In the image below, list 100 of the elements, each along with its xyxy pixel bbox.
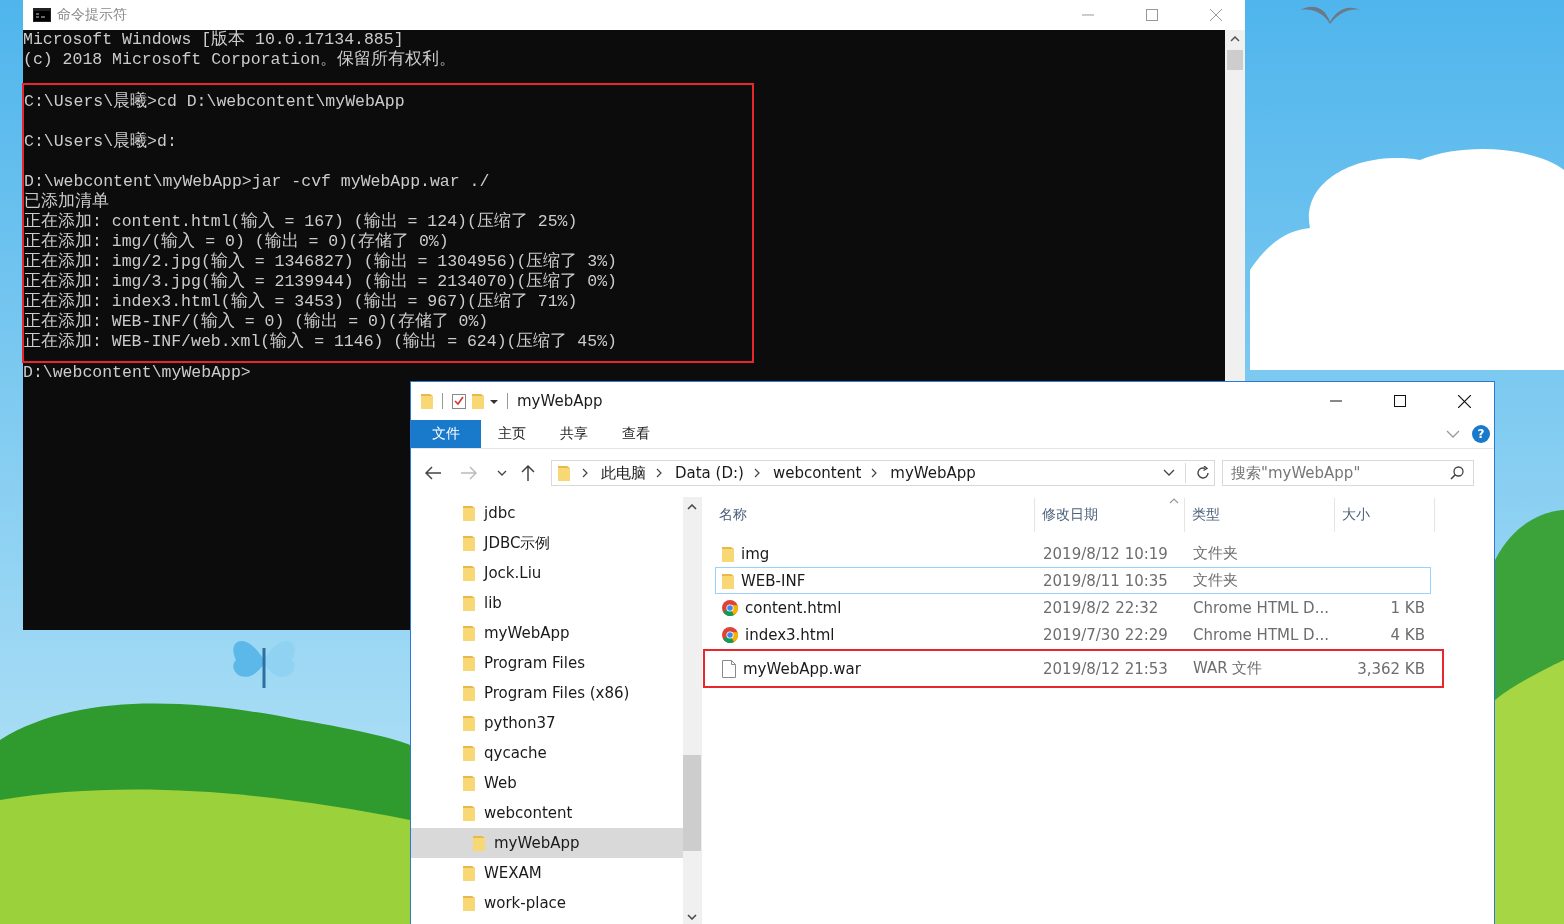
chevron-right-icon[interactable] [871,468,878,478]
sidebar-item[interactable]: webcontent [411,798,683,828]
sidebar-item[interactable]: work-place [411,888,683,918]
folder-icon [463,715,475,731]
file-row[interactable]: myWebApp.war 2019/8/12 21:53 WAR 文件 3,362 KB [715,655,1431,682]
sidebar-item[interactable]: myWebApp [411,828,683,858]
column-header[interactable]: 大小 [1335,498,1435,532]
column-header[interactable]: 修改日期 [1035,498,1185,532]
help-button[interactable]: ? [1472,425,1490,443]
file-size: 3,362 KB [1356,659,1425,678]
file-type: Chrome HTML D... [1193,625,1330,644]
folder-icon [463,895,475,911]
folder-icon [722,545,734,562]
file-row[interactable]: WEB-INF 2019/8/11 10:35 文件夹 [715,567,1431,594]
modified-date: 2019/8/11 10:35 [1043,571,1169,590]
file-row[interactable]: index3.html 2019/7/30 22:29 Chrome HTML D... 4 KB [715,621,1431,648]
console-line: 正在添加: img/(输入 = 0) (输出 = 0)(存储了 0%) [24,232,450,252]
sidebar-item[interactable]: Program Files [411,648,683,678]
folder-icon [473,835,485,851]
file-size: 4 KB [1389,625,1425,644]
chevron-right-icon[interactable] [582,468,588,478]
console-line: 已添加清单 [24,192,110,212]
console-line: 正在添加: WEB-INF/web.xml(输入 = 1146) (输出 = 624)(压缩了 45%) [24,332,618,352]
sidebar-item[interactable]: Program Files (x86) [411,678,683,708]
folder-icon [463,775,475,791]
file-type: 文件夹 [1193,571,1239,590]
breadcrumb-item[interactable]: myWebApp [890,464,976,482]
properties-icon[interactable] [452,393,466,409]
scroll-up-icon[interactable] [1230,36,1240,42]
refresh-icon[interactable] [1196,466,1210,480]
modified-date: 2019/8/12 21:53 [1043,659,1169,678]
console-icon [33,8,51,22]
folder-icon [463,625,475,641]
window-title: myWebApp [517,392,603,410]
console-line: 正在添加: img/2.jpg(输入 = 1346827) (输出 = 1304956)(压缩了 3%) [24,252,618,272]
folder-icon [558,465,570,481]
scrollbar[interactable] [683,497,701,924]
console-line: 正在添加: index3.html(输入 = 3453) (输出 = 967)(压缩了 71%) [24,292,579,312]
chevron-down-icon[interactable] [1163,469,1175,477]
breadcrumb-item[interactable]: webcontent [772,464,862,482]
breadcrumb-item[interactable]: Data (D:) [675,464,744,482]
sidebar-item[interactable]: myWebApp [411,618,683,648]
address-bar[interactable]: 此电脑 Data (D:) webcontent myWebApp [551,460,1215,486]
file-type: 文件夹 [1193,544,1239,563]
modified-date: 2019/7/30 22:29 [1043,625,1169,644]
folder-icon [421,393,433,409]
back-arrow-icon[interactable] [425,466,441,480]
folder-icon [722,572,734,589]
scroll-down-icon[interactable] [687,914,697,920]
folder-icon [463,535,475,551]
scrollbar-thumb[interactable] [1227,50,1243,70]
sidebar-item[interactable]: JDBC示例 [411,528,683,558]
sidebar-item[interactable]: WEXAM [411,858,683,888]
sidebar-item[interactable]: qycache [411,738,683,768]
chrome-icon [722,626,738,643]
console-line: 正在添加: content.html(输入 = 167) (输出 = 124)(压缩了 25%) [24,212,579,232]
folder-icon [463,595,475,611]
console-line: D:\webcontent\myWebApp>jar -cvf myWebApp.war ./ [24,172,491,192]
modified-date: 2019/8/12 10:19 [1043,544,1169,563]
sidebar-item[interactable]: Jock.Liu [411,558,683,588]
file-icon [722,659,736,678]
file-row[interactable]: img 2019/8/12 10:19 文件夹 [715,540,1431,567]
folder-icon [463,865,475,881]
sidebar-item[interactable]: jdbc [411,498,683,528]
column-header[interactable]: 类型 [1185,498,1335,532]
folder-icon [463,745,475,761]
up-arrow-icon[interactable] [521,465,535,481]
file-row[interactable]: content.html 2019/8/2 22:32 Chrome HTML D... 1 KB [715,594,1431,621]
file-name: index3.html [716,625,1043,644]
modified-date: 2019/8/2 22:32 [1043,598,1160,617]
folder-icon [472,393,484,409]
chevron-down-icon[interactable] [497,470,507,476]
sidebar-item[interactable]: lib [411,588,683,618]
dropdown-icon[interactable] [490,398,498,404]
chevron-right-icon[interactable] [656,468,662,478]
file-type: WAR 文件 [1193,659,1264,678]
scrollbar-thumb[interactable] [683,755,701,851]
sidebar-item[interactable]: Web [411,768,683,798]
file-size: 1 KB [1389,598,1425,617]
ribbon-tab[interactable]: 查看 [605,420,667,448]
folder-icon [463,685,475,701]
folder-icon [463,655,475,671]
search-icon[interactable] [1450,466,1464,480]
ribbon-tab[interactable]: 主页 [481,420,543,448]
breadcrumb-item[interactable]: 此电脑 [601,463,646,483]
scroll-up-icon[interactable] [687,504,697,510]
scrollbar[interactable] [1225,30,1245,381]
close-icon[interactable] [1458,394,1471,408]
sidebar-item[interactable]: python37 [411,708,683,738]
ribbon-tab[interactable]: 共享 [543,420,605,448]
file-menu-tab[interactable]: 文件 [411,420,481,448]
console-line: C:\Users\晨曦>d: [24,132,178,152]
file-name: content.html [716,598,1043,617]
column-header[interactable]: 名称 [715,498,1035,532]
maximize-icon[interactable] [1394,395,1406,407]
file-name: myWebApp.war [716,659,1043,678]
console-line: C:\Users\晨曦>cd D:\webcontent\myWebApp [24,92,406,112]
search-field[interactable]: 搜索"myWebApp" [1222,460,1474,486]
chevron-right-icon[interactable] [753,468,760,478]
file-name: img [716,544,1043,563]
